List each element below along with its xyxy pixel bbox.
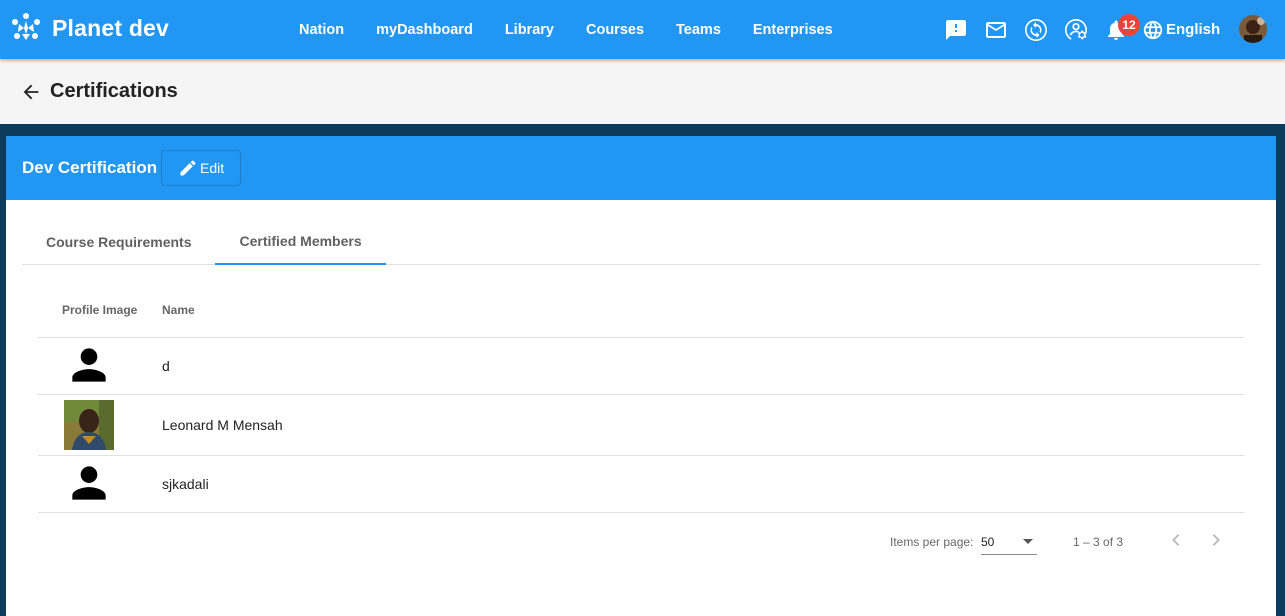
page-size-select[interactable]: 50 xyxy=(981,527,1037,555)
items-per-page-label: Items per page: xyxy=(890,535,974,549)
app-name: Planet dev xyxy=(52,14,170,41)
user-settings-icon xyxy=(1065,18,1087,40)
table-row[interactable]: Leonard M Mensah xyxy=(38,395,1244,456)
table-row[interactable]: sjkadali xyxy=(38,456,1244,513)
page-header: Certifications xyxy=(0,59,1285,124)
person-icon xyxy=(64,458,114,511)
paginator: Items per page: 50 1 – 3 of 3 xyxy=(6,510,1276,570)
nav-mydashboard[interactable]: myDashboard xyxy=(360,22,489,38)
planet-logo-icon xyxy=(12,13,40,40)
dropdown-arrow-icon xyxy=(1023,539,1033,544)
toolbar-actions: 12 English xyxy=(936,0,1220,59)
page-title: Certifications xyxy=(50,80,178,102)
member-name: Leonard M Mensah xyxy=(162,417,283,433)
header-name[interactable]: Name xyxy=(162,303,195,317)
arrow-back-icon xyxy=(23,84,39,99)
tab-bar: Course Requirements Certified Members xyxy=(22,218,1260,265)
language-label: English xyxy=(1166,21,1221,38)
edit-button-label: Edit xyxy=(200,160,225,176)
nav-nation[interactable]: Nation xyxy=(283,22,360,38)
members-table: Profile Image Name d Leonard M Mensah sj… xyxy=(38,283,1244,513)
page-size-value: 50 xyxy=(981,535,995,549)
back-button[interactable] xyxy=(16,77,46,107)
language-selector[interactable]: English xyxy=(1142,19,1220,41)
profile-image-cell xyxy=(38,340,162,393)
certification-name: Dev Certification xyxy=(22,158,158,177)
member-name: sjkadali xyxy=(162,476,209,492)
pencil-icon xyxy=(180,160,196,176)
certification-card: Dev Certification Edit Course Requiremen… xyxy=(6,136,1276,616)
next-page-button[interactable] xyxy=(1204,528,1228,552)
sync-button[interactable] xyxy=(1016,10,1056,50)
profile-image-cell xyxy=(38,400,162,450)
tab-certified-members[interactable]: Certified Members xyxy=(215,218,386,265)
main-nav: Nation myDashboard Library Courses Teams… xyxy=(283,0,849,59)
page-range-label: 1 – 3 of 3 xyxy=(1073,535,1124,549)
notifications-button[interactable]: 12 xyxy=(1096,10,1140,50)
feedback-icon xyxy=(946,19,966,40)
nav-teams[interactable]: Teams xyxy=(660,22,737,38)
edit-button[interactable]: Edit xyxy=(161,150,242,186)
avatar-image xyxy=(1239,15,1267,43)
header-profile-image: Profile Image xyxy=(62,303,138,317)
member-name: d xyxy=(162,358,170,374)
chevron-left-icon xyxy=(1172,534,1180,546)
nav-library[interactable]: Library xyxy=(489,22,570,38)
profile-photo xyxy=(64,400,114,450)
profile-image-cell xyxy=(38,458,162,511)
table-header-row: Profile Image Name xyxy=(38,283,1244,338)
table-row[interactable]: d xyxy=(38,338,1244,395)
nav-courses[interactable]: Courses xyxy=(570,22,660,38)
top-app-bar: Planet dev Nation myDashboard Library Co… xyxy=(0,0,1285,59)
tab-course-requirements[interactable]: Course Requirements xyxy=(22,218,215,265)
certification-header: Dev Certification Edit xyxy=(6,136,1276,200)
messages-button[interactable] xyxy=(976,10,1016,50)
mail-icon xyxy=(986,21,1006,38)
person-icon xyxy=(64,340,114,393)
sync-icon xyxy=(1025,18,1047,41)
previous-page-button[interactable] xyxy=(1164,528,1188,552)
nav-enterprises[interactable]: Enterprises xyxy=(737,22,849,38)
globe-icon xyxy=(1143,20,1163,39)
manager-settings-button[interactable] xyxy=(1056,10,1096,50)
notification-count-badge: 12 xyxy=(1118,13,1140,36)
brand-link[interactable]: Planet dev xyxy=(8,10,169,46)
feedback-button[interactable] xyxy=(936,10,976,50)
chevron-right-icon xyxy=(1212,534,1220,546)
user-avatar[interactable] xyxy=(1239,15,1267,43)
